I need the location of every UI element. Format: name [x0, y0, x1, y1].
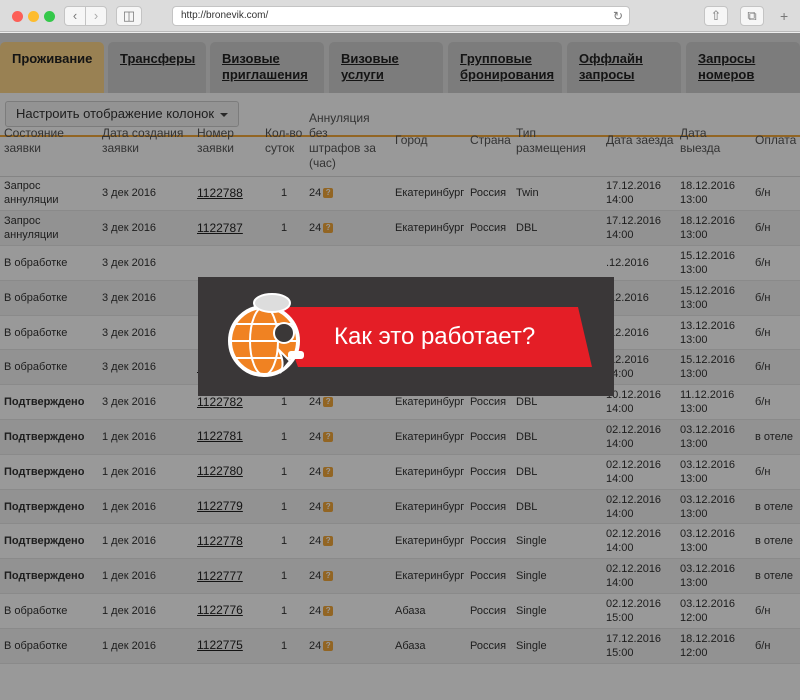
- address-bar[interactable]: http://bronevik.com/ ↻: [172, 6, 630, 26]
- zoom-window-button[interactable]: [44, 11, 55, 22]
- mascot-globe-icon: [228, 293, 304, 377]
- forward-button[interactable]: ›: [85, 6, 107, 26]
- title-banner: Как это работает?: [276, 307, 592, 367]
- share-icon: ⇧: [710, 8, 722, 23]
- close-window-button[interactable]: [12, 11, 23, 22]
- sidebar-icon: ◫: [122, 8, 136, 23]
- sidebar-toggle-button[interactable]: ◫: [116, 6, 142, 26]
- tabs-icon: ⧉: [747, 8, 757, 23]
- new-tab-button[interactable]: +: [780, 8, 788, 24]
- popup-title: Как это работает?: [334, 323, 536, 350]
- chevron-left-icon: ‹: [72, 8, 78, 23]
- how-it-works-video[interactable]: Как это работает?: [198, 277, 614, 396]
- chevron-right-icon: ›: [93, 8, 99, 23]
- show-tabs-button[interactable]: ⧉: [740, 6, 764, 26]
- url-text: http://bronevik.com/: [181, 10, 269, 21]
- minimize-window-button[interactable]: [28, 11, 39, 22]
- back-button[interactable]: ‹: [64, 6, 86, 26]
- browser-toolbar: ‹ › ◫ http://bronevik.com/ ↻ ⇧ ⧉ +: [0, 0, 800, 32]
- reload-icon[interactable]: ↻: [613, 7, 623, 25]
- plus-icon: +: [780, 8, 789, 24]
- share-button[interactable]: ⇧: [704, 6, 728, 26]
